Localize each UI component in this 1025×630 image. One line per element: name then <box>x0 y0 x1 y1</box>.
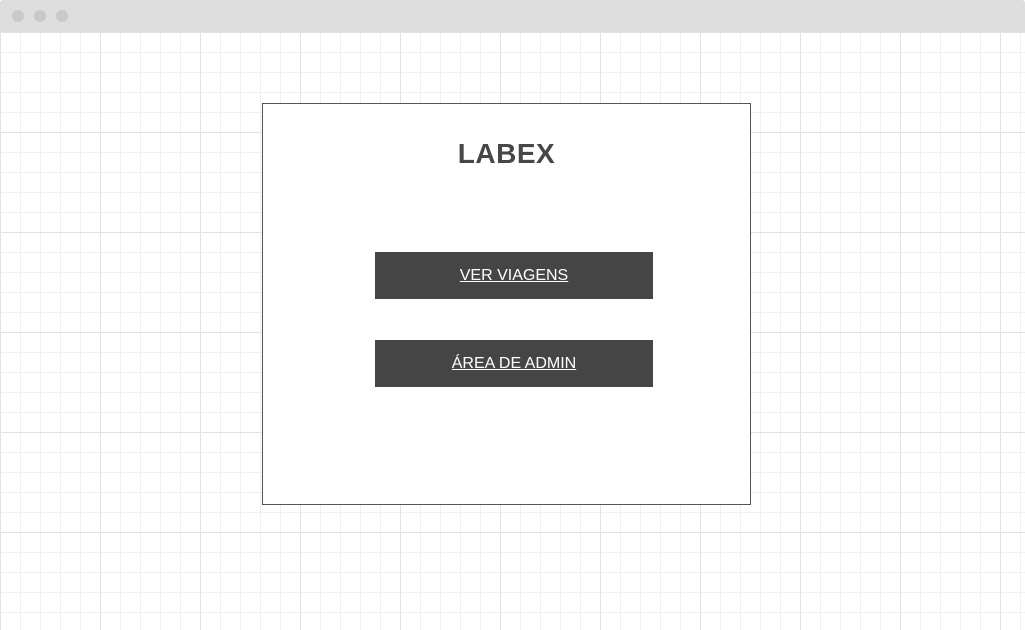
minimize-dot-icon[interactable] <box>34 10 46 22</box>
view-trips-button[interactable]: VER VIAGENS <box>375 252 653 299</box>
close-dot-icon[interactable] <box>12 10 24 22</box>
window-titlebar <box>0 0 1025 32</box>
maximize-dot-icon[interactable] <box>56 10 68 22</box>
admin-area-button[interactable]: ÁREA DE ADMIN <box>375 340 653 387</box>
home-panel: LABEX VER VIAGENS ÁREA DE ADMIN <box>262 103 751 505</box>
page-title: LABEX <box>457 138 556 169</box>
